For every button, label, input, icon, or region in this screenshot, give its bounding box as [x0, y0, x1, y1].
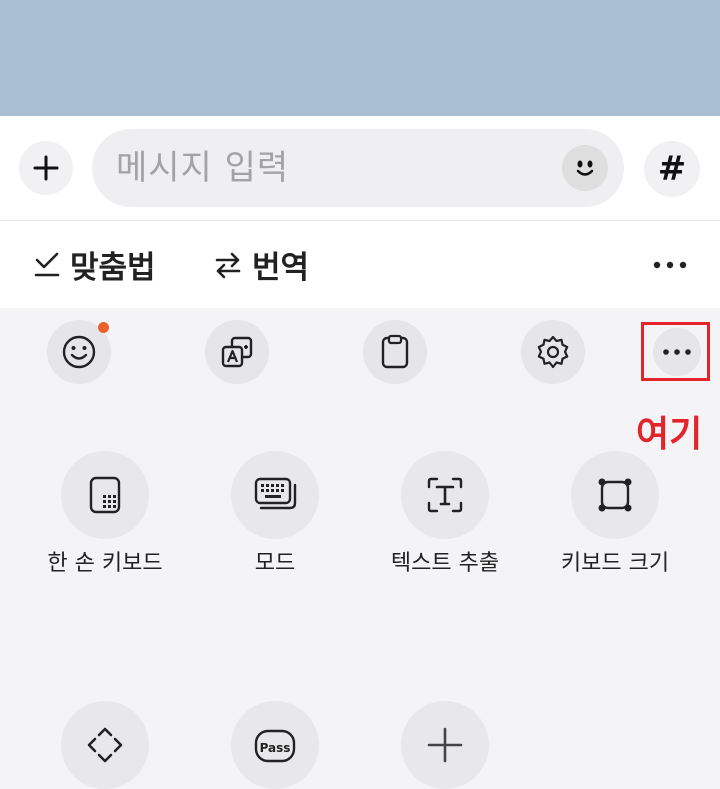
- move-keyboard-button[interactable]: [61, 701, 149, 789]
- tile-label: 키보드 크기: [560, 551, 670, 576]
- translate-icon: [221, 336, 253, 368]
- tile-label: 한 손 키보드: [47, 551, 163, 576]
- suggestion-toolbar: 맞춤법 번역: [0, 221, 720, 308]
- swap-arrows-icon: [215, 252, 241, 278]
- translate-button[interactable]: 번역: [214, 221, 309, 308]
- toolbar-more-button[interactable]: [652, 221, 688, 308]
- pass-button[interactable]: Pass: [231, 701, 319, 789]
- settings-icon: [537, 335, 569, 369]
- move-arrows-icon: [87, 727, 123, 763]
- message-input[interactable]: 메시지 입력: [92, 129, 624, 207]
- spellcheck-icon: [34, 252, 60, 276]
- highlight-box: [641, 322, 710, 381]
- plus-icon: [33, 155, 59, 181]
- composer-row: 메시지 입력 #: [0, 116, 720, 220]
- message-input-placeholder: 메시지 입력: [116, 148, 290, 188]
- hashtag-button[interactable]: #: [644, 141, 700, 197]
- spellcheck-button[interactable]: 맞춤법: [34, 221, 156, 308]
- clipboard-quick-button[interactable]: [363, 320, 427, 384]
- add-icon: [427, 727, 463, 763]
- pass-icon: Pass: [254, 729, 296, 763]
- text-extract-button[interactable]: [401, 451, 489, 539]
- keyboard-mode-icon: [254, 477, 297, 510]
- svg-text:Pass: Pass: [260, 741, 291, 755]
- notification-dot: [98, 322, 109, 333]
- keyboard-mode-button[interactable]: [231, 451, 319, 539]
- keyboard-size-button[interactable]: [571, 451, 659, 539]
- settings-quick-button[interactable]: [521, 320, 585, 384]
- clipboard-icon: [381, 334, 409, 369]
- translate-label: 번역: [252, 250, 310, 286]
- spellcheck-label: 맞춤법: [70, 250, 156, 286]
- tile-label: 텍스트 추출: [390, 551, 500, 576]
- add-tool-button[interactable]: [401, 701, 489, 789]
- attach-button[interactable]: [19, 141, 73, 195]
- tile-label: 모드: [254, 551, 296, 576]
- app-header-area: [0, 0, 720, 116]
- translate-quick-button[interactable]: [205, 320, 269, 384]
- hashtag-label: #: [657, 149, 687, 189]
- emoji-button[interactable]: [562, 145, 608, 191]
- one-hand-keyboard-icon: [89, 476, 121, 514]
- annotation-callout: 여기: [636, 414, 703, 455]
- emoji-icon: [62, 335, 96, 369]
- emoji-face-icon: [576, 160, 594, 176]
- one-hand-keyboard-button[interactable]: [61, 451, 149, 539]
- more-dots-icon: [653, 261, 687, 268]
- keyboard-size-icon: [598, 478, 632, 512]
- text-extract-icon: [427, 477, 463, 513]
